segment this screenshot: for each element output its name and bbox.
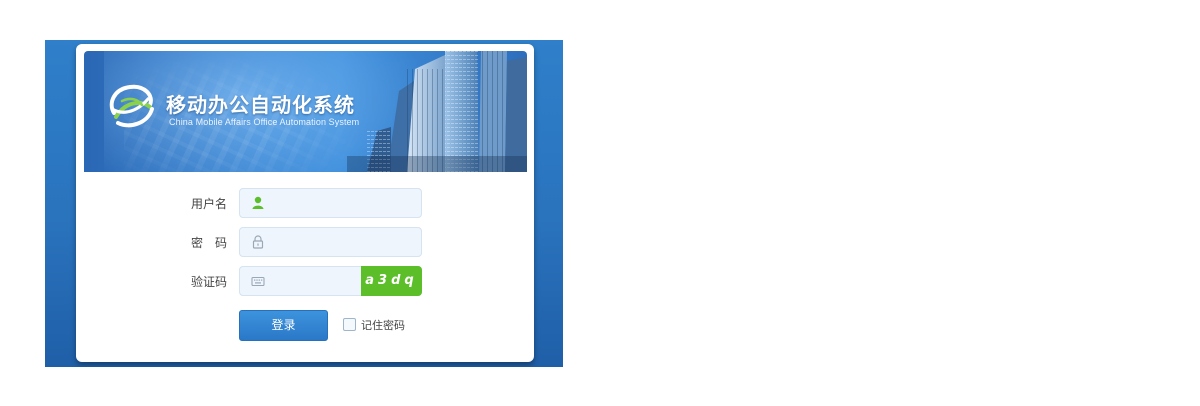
lock-icon	[252, 235, 264, 249]
username-field[interactable]	[239, 188, 422, 218]
captcha-row: 验证码 a3dq	[76, 266, 534, 296]
login-card: 移动办公自动化系统 China Mobile Affairs Office Au…	[76, 44, 534, 362]
username-row: 用户名	[76, 188, 534, 218]
username-label: 用户名	[190, 197, 227, 211]
password-label: 密 码	[190, 236, 227, 250]
user-icon	[252, 196, 264, 209]
captcha-image[interactable]: a3dq	[361, 266, 422, 296]
captcha-label: 验证码	[190, 275, 227, 289]
system-subtitle: China Mobile Affairs Office Automation S…	[169, 117, 360, 127]
remember-password-checkbox[interactable]	[343, 318, 356, 331]
login-banner: 移动办公自动化系统 China Mobile Affairs Office Au…	[84, 51, 527, 172]
login-backdrop: 移动办公自动化系统 China Mobile Affairs Office Au…	[45, 40, 563, 367]
captcha-input[interactable]	[272, 271, 356, 293]
system-title: 移动办公自动化系统	[166, 93, 355, 117]
china-mobile-logo-icon	[109, 84, 154, 128]
password-input[interactable]	[272, 232, 416, 254]
remember-password-label: 记住密码	[361, 319, 405, 332]
username-input[interactable]	[272, 193, 416, 215]
password-row: 密 码	[76, 227, 534, 257]
city-skyline-image	[347, 51, 527, 172]
password-field[interactable]	[239, 227, 422, 257]
login-button[interactable]: 登录	[239, 310, 328, 341]
keyboard-icon	[251, 276, 265, 287]
